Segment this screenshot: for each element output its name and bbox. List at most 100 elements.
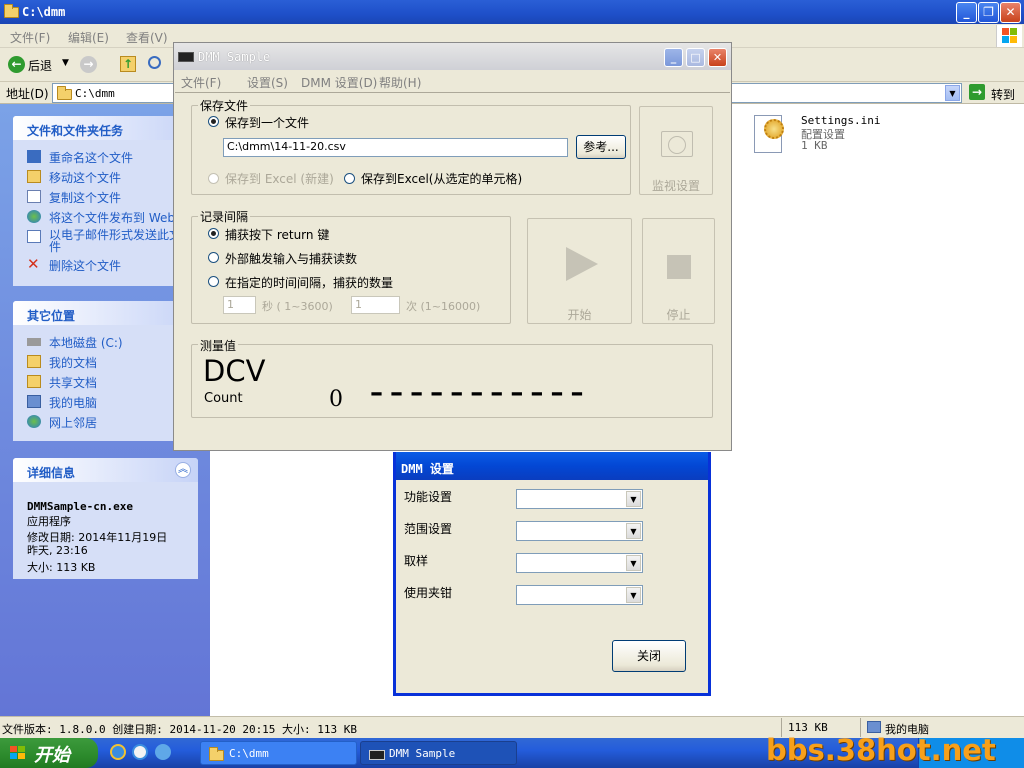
menu-edit[interactable]: 编辑(E) — [68, 29, 109, 46]
external-trigger-radio[interactable] — [208, 252, 219, 263]
start-label: 开始 — [567, 308, 592, 322]
seconds-input[interactable]: 1 — [223, 296, 256, 314]
dmm-close-button[interactable]: ✕ — [708, 48, 727, 67]
back-button[interactable]: 后退 — [28, 57, 52, 74]
dmm-sample-window: DMM Sample _ □ ✕ 文件(F) 设置(S) DMM 设置(D) 帮… — [173, 42, 732, 451]
other-places-panel: 其它位置 本地磁盘 (C:) 我的文档 共享文档 我的电脑 网上邻居 — [13, 301, 198, 441]
search-icon[interactable] — [148, 56, 161, 69]
up-folder-icon[interactable]: ↑ — [120, 56, 136, 72]
chevron-down-icon: ▼ — [626, 555, 641, 571]
go-arrow-icon[interactable]: → — [969, 84, 985, 100]
save-excel-new-label: 保存到 Excel (新建) — [225, 172, 334, 186]
dmm-menu-file[interactable]: 文件(F) — [181, 74, 221, 91]
close-settings-button[interactable]: 关闭 — [612, 640, 686, 672]
network-globe-icon — [27, 415, 41, 428]
back-arrow-icon[interactable]: ← — [8, 56, 25, 73]
stop-button[interactable]: 停止 — [642, 218, 715, 324]
use-clamp-label: 使用夹钳 — [404, 586, 453, 600]
sampling-label: 取样 — [404, 554, 429, 568]
detail-modified-time: 昨天, 23:16 — [27, 544, 88, 557]
globe-icon — [27, 210, 41, 223]
media-player-icon[interactable] — [155, 744, 171, 760]
rename-icon — [27, 150, 41, 163]
monitor-settings-label: 监视设置 — [651, 179, 700, 193]
taskbar-explorer-label: C:\dmm — [229, 747, 269, 760]
folder-icon — [209, 747, 224, 761]
folder-icon — [57, 86, 72, 100]
sampling-select[interactable]: ▼ — [516, 553, 643, 573]
menu-file[interactable]: 文件(F) — [10, 29, 50, 46]
dmm-settings-dialog: DMM 设置 功能设置 ▼ 范围设置 ▼ 取样 ▼ 使用夹钳 ▼ 关闭 — [393, 452, 711, 696]
dmm-menu-help[interactable]: 帮助(H) — [379, 74, 421, 91]
delete-x-icon: ✕ — [27, 255, 40, 273]
computer-icon — [867, 721, 881, 733]
details-title[interactable]: 详细信息 — [13, 458, 198, 482]
ie-icon[interactable] — [110, 744, 126, 760]
save-excel-selected-radio[interactable] — [344, 173, 355, 184]
monitor-settings-button[interactable]: 监视设置 — [639, 106, 713, 195]
start-button[interactable]: 开始 — [527, 218, 632, 324]
count-input[interactable]: 1 — [351, 296, 400, 314]
save-excel-selected-label: 保存到Excel(从选定的单元格) — [361, 172, 523, 186]
dmm-app-icon — [178, 52, 194, 62]
dmm-settings-title-bar: DMM 设置 — [396, 452, 708, 480]
range-setting-select[interactable]: ▼ — [516, 521, 643, 541]
menu-separator — [175, 92, 730, 93]
shared-folder-icon — [27, 375, 41, 388]
forward-arrow-icon[interactable]: → — [80, 56, 97, 73]
chevron-down-icon: ▼ — [626, 587, 641, 603]
windows-logo-icon — [996, 25, 1022, 47]
start-button[interactable]: 开始 — [0, 738, 98, 768]
maximize-button[interactable]: ❐ — [978, 2, 999, 23]
count-hint: 次 (1~16000) — [406, 300, 481, 313]
record-interval-label: 记录间隔 — [198, 208, 251, 225]
collapse-chevron-icon[interactable]: ︽ — [175, 462, 191, 478]
window-title: C:\dmm — [22, 5, 66, 19]
folder-icon — [4, 4, 19, 18]
address-dropdown-icon[interactable]: ▼ — [945, 85, 960, 101]
measurement-mode: DCV — [203, 354, 266, 388]
save-one-file-radio[interactable] — [208, 116, 219, 127]
address-value: C:\dmm — [75, 87, 115, 100]
detail-filename: DMMSample-cn.exe — [27, 500, 133, 513]
save-excel-new-radio[interactable] — [208, 173, 219, 184]
browse-button[interactable]: 参考... — [576, 135, 626, 159]
measurement-reading: – – – – – – – – – – – — [370, 378, 584, 408]
disk-drive-icon — [27, 338, 41, 346]
back-dropdown-icon[interactable]: ▼ — [62, 58, 69, 68]
capture-return-radio[interactable] — [208, 228, 219, 239]
go-button[interactable]: 转到 — [991, 86, 1015, 103]
seconds-hint: 秒 ( 1~3600) — [262, 300, 333, 313]
settings-file[interactable] — [752, 111, 792, 157]
close-button[interactable]: ✕ — [1000, 2, 1021, 23]
windows-flag-icon — [10, 746, 26, 760]
other-places-title[interactable]: 其它位置 — [13, 301, 198, 325]
move-folder-icon — [27, 170, 41, 183]
timed-interval-label: 在指定的时间间隔，捕获的数量 — [225, 276, 394, 290]
detail-type: 应用程序 — [27, 515, 71, 528]
my-documents-icon — [27, 355, 41, 368]
dmm-minimize-button[interactable]: _ — [664, 48, 683, 67]
capture-return-label: 捕获按下 return 键 — [225, 228, 330, 242]
dmm-maximize-button[interactable]: □ — [686, 48, 705, 67]
function-setting-select[interactable]: ▼ — [516, 489, 643, 509]
taskbar-explorer-button[interactable]: C:\dmm — [200, 741, 357, 765]
timed-interval-radio[interactable] — [208, 276, 219, 287]
file-tasks-title[interactable]: 文件和文件夹任务 — [13, 116, 198, 140]
quicklaunch-icon[interactable] — [132, 744, 148, 760]
taskbar-dmm-button[interactable]: DMM Sample — [360, 741, 517, 765]
menu-view[interactable]: 查看(V) — [126, 29, 168, 46]
external-trigger-label: 外部触发输入与捕获读数 — [225, 252, 358, 266]
use-clamp-select[interactable]: ▼ — [516, 585, 643, 605]
dmm-menu-settings[interactable]: 设置(S) — [247, 74, 288, 91]
dmm-menu-dmm-settings[interactable]: DMM 设置(D) — [301, 74, 377, 91]
settings-file-size: 1 KB — [801, 139, 828, 152]
details-panel: 详细信息 ︽ DMMSample-cn.exe 应用程序 修改日期: 2014年… — [13, 458, 198, 579]
email-icon — [27, 230, 41, 243]
explorer-title-bar: C:\dmm _ ❐ ✕ — [0, 0, 1024, 24]
minimize-button[interactable]: _ — [956, 2, 977, 23]
measurement-label: 测量值 — [198, 337, 239, 354]
gear-icon — [764, 119, 784, 139]
stop-label: 停止 — [666, 308, 691, 322]
save-path-field[interactable]: C:\dmm\14-11-20.csv — [223, 138, 568, 157]
